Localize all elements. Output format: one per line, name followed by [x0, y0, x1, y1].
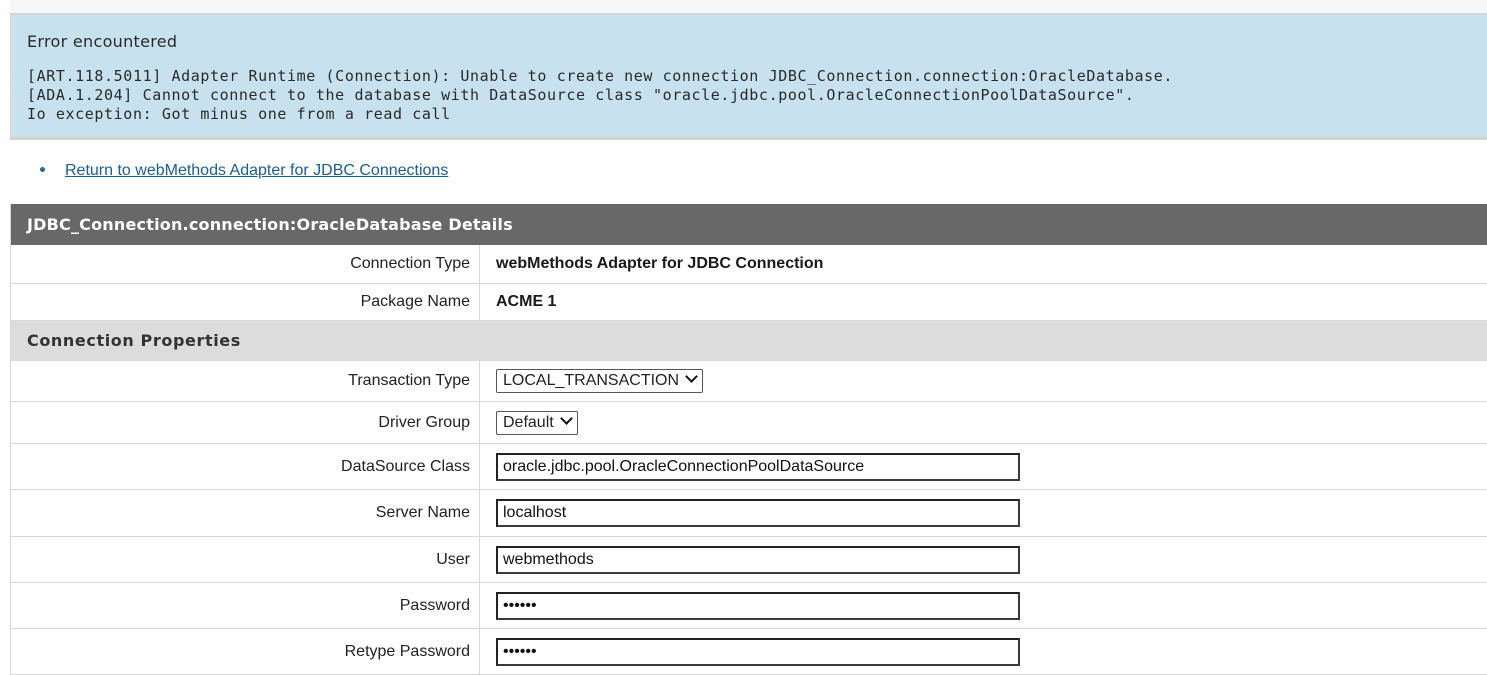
- retype-password-input[interactable]: [496, 638, 1020, 666]
- password-label: Password: [11, 583, 480, 629]
- driver-group-label: Driver Group: [11, 402, 480, 444]
- error-title: Error encountered: [27, 32, 177, 51]
- transaction-type-label: Transaction Type: [11, 361, 480, 402]
- driver-group-selected: Default: [503, 414, 554, 431]
- return-to-connections-link[interactable]: Return to webMethods Adapter for JDBC Co…: [65, 162, 448, 179]
- package-name-value: ACME 1: [480, 283, 1487, 320]
- chevron-down-icon: [685, 370, 698, 383]
- transaction-type-row: Transaction Type LOCAL_TRANSACTION: [11, 361, 1487, 402]
- error-line-2: [ADA.1.204] Cannot connect to the databa…: [27, 86, 1135, 105]
- user-row: User: [11, 537, 1487, 583]
- datasource-class-row: DataSource Class: [11, 444, 1487, 490]
- retype-password-row: Retype Password: [11, 629, 1487, 675]
- connection-type-value: webMethods Adapter for JDBC Connection: [480, 245, 1487, 283]
- bullet-icon: [40, 167, 45, 172]
- driver-group-row: Driver Group Default: [11, 402, 1487, 444]
- user-input[interactable]: [496, 546, 1020, 574]
- error-line-1: [ART.118.5011] Adapter Runtime (Connecti…: [27, 67, 1173, 86]
- details-table-header: JDBC_Connection.connection:OracleDatabas…: [11, 204, 1487, 245]
- driver-group-select[interactable]: Default: [496, 411, 578, 435]
- server-name-row: Server Name: [11, 490, 1487, 537]
- top-strip: [10, 0, 1487, 15]
- connection-type-row: Connection Type webMethods Adapter for J…: [11, 245, 1487, 283]
- transaction-type-selected: LOCAL_TRANSACTION: [503, 372, 679, 389]
- user-label: User: [11, 537, 480, 583]
- error-message-box: Error encountered [ART.118.5011] Adapter…: [10, 15, 1487, 140]
- password-input[interactable]: [496, 592, 1020, 620]
- server-name-label: Server Name: [11, 490, 480, 537]
- datasource-class-label: DataSource Class: [11, 444, 480, 490]
- datasource-class-input[interactable]: [496, 453, 1020, 481]
- connection-properties-header: Connection Properties: [11, 320, 1487, 361]
- package-name-row: Package Name ACME 1: [11, 283, 1487, 320]
- connection-details-table: JDBC_Connection.connection:OracleDatabas…: [10, 204, 1487, 675]
- return-link-row: Return to webMethods Adapter for JDBC Co…: [40, 162, 448, 180]
- transaction-type-select[interactable]: LOCAL_TRANSACTION: [496, 369, 703, 393]
- connection-type-label: Connection Type: [11, 245, 480, 283]
- server-name-input[interactable]: [496, 499, 1020, 527]
- package-name-label: Package Name: [11, 283, 480, 320]
- password-row: Password: [11, 583, 1487, 629]
- chevron-down-icon: [560, 412, 573, 425]
- retype-password-label: Retype Password: [11, 629, 480, 675]
- error-line-3: Io exception: Got minus one from a read …: [27, 105, 451, 124]
